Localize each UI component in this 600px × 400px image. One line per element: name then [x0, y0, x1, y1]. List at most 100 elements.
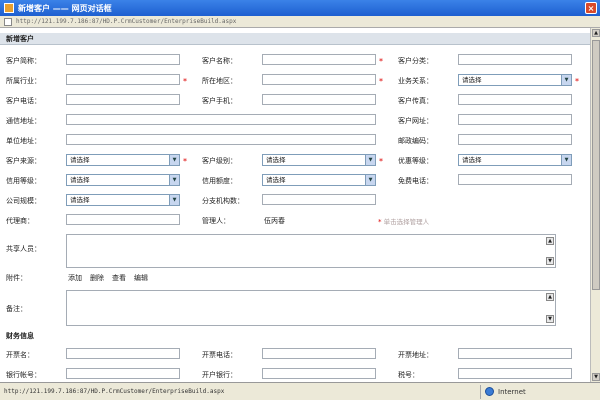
discount-select[interactable]: 请选择 ▼ [458, 154, 572, 166]
chevron-down-icon[interactable]: ▼ [169, 195, 179, 205]
invoice-name-input[interactable] [66, 348, 180, 359]
cust-type-input[interactable] [458, 54, 572, 65]
label-attachment: 附件： [6, 274, 27, 282]
chevron-down-icon[interactable]: ▼ [169, 175, 179, 185]
invoice-phone-input[interactable] [262, 348, 376, 359]
credit-limit-select-value: 请选择 [266, 176, 286, 184]
label-invoice-name: 开票名： [6, 351, 34, 359]
scale-select[interactable]: 请选择 ▼ [66, 194, 180, 206]
section-title: 新增客户 [0, 33, 590, 45]
chevron-down-icon[interactable]: ▼ [365, 175, 375, 185]
manager-hint-link[interactable]: * 单击选择管理人 [378, 216, 429, 226]
security-zone: Internet [480, 384, 600, 399]
label-short-name: 客户简称： [6, 57, 41, 65]
label-bank-account: 银行帐号： [6, 371, 41, 379]
vertical-scrollbar[interactable]: ▲ ▼ [590, 28, 600, 382]
manager-value: 伍丙春 [264, 217, 285, 225]
tax-no-input[interactable] [458, 368, 572, 379]
attachment-delete-link[interactable]: 删除 [90, 273, 104, 283]
level-select[interactable]: 请选择 ▼ [262, 154, 376, 166]
scroll-thumb[interactable] [592, 40, 600, 290]
source-select-value: 请选择 [70, 156, 90, 164]
status-bar: http://121.199.7.186:87/HD.P.CrmCustomer… [0, 382, 600, 400]
attachment-add-link[interactable]: 添加 [68, 273, 82, 283]
label-website: 客户网址： [398, 117, 433, 125]
attachment-view-link[interactable]: 查看 [112, 273, 126, 283]
window-title: 新增客户 —— 网页对话框 [18, 3, 112, 13]
scroll-down-icon[interactable]: ▼ [546, 315, 554, 323]
industry-input[interactable] [66, 74, 180, 85]
label-region: 所在地区： [202, 77, 237, 85]
bank-account-input[interactable] [66, 368, 180, 379]
close-button[interactable]: × [585, 2, 597, 14]
label-credit-level: 信用等级： [6, 177, 41, 185]
relation-select[interactable]: 请选择 ▼ [458, 74, 572, 86]
required-marker: * [183, 77, 187, 86]
label-free-call: 免费电话： [398, 177, 433, 185]
bank-input[interactable] [262, 368, 376, 379]
mail-addr-input[interactable] [66, 114, 376, 125]
label-invoice-phone: 开票电话： [202, 351, 237, 359]
address-bar: http://121.199.7.186:87/HD.P.CrmCustomer… [0, 16, 600, 28]
sharers-textarea[interactable]: ▲ ▼ [66, 234, 556, 268]
label-remarks: 备注： [6, 305, 27, 313]
credit-level-select-value: 请选择 [70, 176, 90, 184]
cust-name-input[interactable] [262, 54, 376, 65]
phone-input[interactable] [66, 94, 180, 105]
mobile-input[interactable] [262, 94, 376, 105]
label-mail-addr: 通信地址： [6, 117, 41, 125]
label-relation: 业务关系： [398, 77, 433, 85]
label-company-addr: 单位地址： [6, 137, 41, 145]
agent-input[interactable] [66, 214, 180, 225]
short-name-input[interactable] [66, 54, 180, 65]
relation-select-value: 请选择 [462, 76, 482, 84]
level-select-value: 请选择 [266, 156, 286, 164]
manager-hint-text: 单击选择管理人 [383, 218, 430, 226]
required-marker: * [575, 77, 579, 86]
credit-level-select[interactable]: 请选择 ▼ [66, 174, 180, 186]
required-marker: * [379, 157, 383, 166]
scroll-down-icon[interactable]: ▼ [592, 373, 600, 381]
invoice-addr-input[interactable] [458, 348, 572, 359]
label-invoice-addr: 开票地址： [398, 351, 433, 359]
postcode-input[interactable] [458, 134, 572, 145]
form-content: 新增客户 客户简称： 客户名称： * 客户分类： 所属行业： * 所在地区： *… [0, 28, 600, 382]
chevron-down-icon[interactable]: ▼ [561, 75, 571, 85]
zone-label: Internet [498, 387, 526, 396]
fax-input[interactable] [458, 94, 572, 105]
label-agent: 代理商： [6, 217, 34, 225]
label-bank: 开户银行： [202, 371, 237, 379]
chevron-down-icon[interactable]: ▼ [365, 155, 375, 165]
branches-input[interactable] [262, 194, 376, 205]
address-url: http://121.199.7.186:87/HD.P.CrmCustomer… [16, 18, 237, 25]
chevron-down-icon[interactable]: ▼ [169, 155, 179, 165]
region-input[interactable] [262, 74, 376, 85]
free-call-input[interactable] [458, 174, 572, 185]
label-sharers: 共享人员： [6, 245, 41, 253]
label-industry: 所属行业： [6, 77, 41, 85]
remarks-textarea[interactable]: ▲ ▼ [66, 290, 556, 326]
scroll-up-icon[interactable]: ▲ [592, 29, 600, 37]
company-addr-input[interactable] [66, 134, 376, 145]
label-manager: 管理人： [202, 217, 230, 225]
label-level: 客户级别： [202, 157, 237, 165]
scroll-up-icon[interactable]: ▲ [546, 293, 554, 301]
required-marker: * [183, 157, 187, 166]
label-phone: 客户电话： [6, 97, 41, 105]
label-source: 客户来源： [6, 157, 41, 165]
label-scale: 公司规模： [6, 197, 41, 205]
app-icon [4, 3, 14, 13]
label-cust-type: 客户分类： [398, 57, 433, 65]
label-cust-name: 客户名称： [202, 57, 237, 65]
source-select[interactable]: 请选择 ▼ [66, 154, 180, 166]
status-url: http://121.199.7.186:87/HD.P.CrmCustomer… [4, 388, 225, 395]
website-input[interactable] [458, 114, 572, 125]
scroll-down-icon[interactable]: ▼ [546, 257, 554, 265]
window-titlebar: 新增客户 —— 网页对话框 × [0, 0, 600, 16]
attachment-edit-link[interactable]: 编辑 [134, 273, 148, 283]
label-credit-limit: 信用额度： [202, 177, 237, 185]
chevron-down-icon[interactable]: ▼ [561, 155, 571, 165]
credit-limit-select[interactable]: 请选择 ▼ [262, 174, 376, 186]
globe-icon [485, 387, 494, 396]
scroll-up-icon[interactable]: ▲ [546, 237, 554, 245]
